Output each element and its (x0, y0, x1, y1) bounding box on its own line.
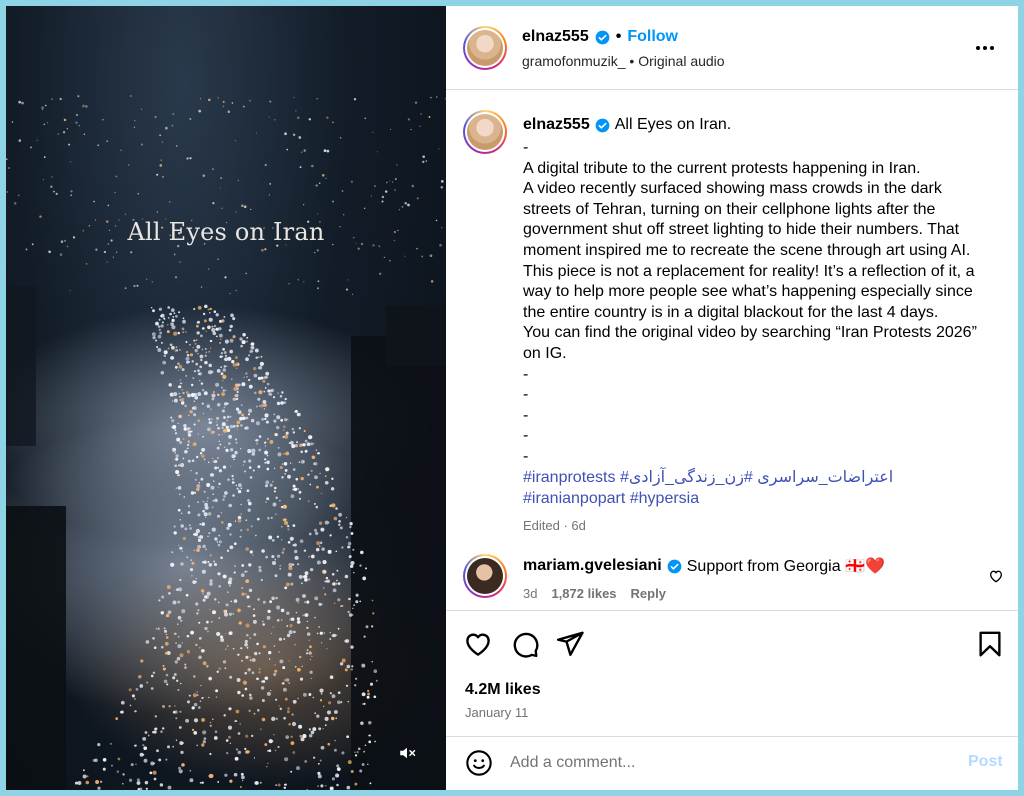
more-options-button[interactable] (968, 36, 1002, 60)
audio-label[interactable]: Original audio (638, 53, 724, 69)
post-header: elnaz555 • Follow gramofonmuzik_ • Origi… (446, 6, 1018, 90)
caption-hashtags: #iranprotests #اعتراضات_سراسری #زن_زندگی… (523, 468, 993, 509)
caption-avatar[interactable] (463, 110, 507, 154)
header-separator: • (615, 28, 622, 45)
caption-header: elnaz555 All Eyes on Iran. (523, 116, 731, 134)
comment-age[interactable]: 3d (523, 586, 537, 601)
commenter-username[interactable]: mariam.gvelesiani (523, 557, 662, 575)
post-date[interactable]: January 11 (465, 705, 528, 720)
hashtag-link[interactable]: #زن_زندگی_آزادی (629, 469, 753, 486)
post-comment-button[interactable]: Post (968, 753, 1003, 771)
share-paper-plane-icon[interactable] (555, 629, 585, 659)
verified-badge-icon (667, 559, 682, 573)
like-heart-icon[interactable] (463, 629, 493, 659)
header-author: elnaz555 • Follow (522, 28, 678, 46)
more-dot-icon (976, 46, 980, 50)
post-dialog: All Eyes on Iran elnaz555 • Follow gramo… (6, 6, 1018, 790)
emoji-smiley-icon[interactable] (465, 749, 493, 777)
caption-username[interactable]: elnaz555 (523, 116, 590, 134)
comment-bubble-icon[interactable] (510, 629, 540, 659)
mute-button[interactable] (398, 744, 430, 776)
comment-likes[interactable]: 1,872 likes (551, 586, 616, 601)
city-protest-image (6, 95, 446, 790)
verified-badge-icon (595, 30, 610, 44)
hashtag-link[interactable]: #hypersia (630, 490, 699, 507)
follow-button[interactable]: Follow (627, 28, 678, 46)
media-overlay-text: All Eyes on Iran (127, 218, 325, 246)
post-media[interactable]: All Eyes on Iran (6, 6, 446, 790)
post-actions: 4.2M likes January 11 (446, 610, 1018, 740)
verified-badge-icon (595, 118, 610, 132)
caption-edited-time: Edited · 6d (523, 518, 586, 533)
add-comment-bar: Post (446, 736, 1018, 790)
caption-body: - A digital tribute to the current prote… (523, 139, 977, 465)
author-avatar[interactable] (463, 26, 507, 70)
comment-meta: 3d 1,872 likes Reply (523, 586, 666, 601)
audio-separator: • (629, 53, 635, 69)
hashtag-link[interactable]: #iranianpopart (523, 490, 625, 507)
comment-item: mariam.gvelesiani Support from Georgia 🇬… (446, 550, 1018, 610)
post-caption: elnaz555 All Eyes on Iran. - A digital t… (446, 90, 1018, 610)
caption-title: All Eyes on Iran. (614, 116, 732, 133)
audio-user-link[interactable]: gramofonmuzik_ (522, 53, 626, 69)
audio-attribution: gramofonmuzik_ • Original audio (522, 53, 725, 69)
post-likes-count[interactable]: 4.2M likes (465, 681, 541, 699)
save-bookmark-icon[interactable] (975, 629, 1005, 659)
post-side-panel: elnaz555 • Follow gramofonmuzik_ • Origi… (446, 6, 1018, 790)
comment-content: mariam.gvelesiani Support from Georgia 🇬… (523, 556, 885, 576)
comment-like-heart-icon[interactable] (988, 568, 1004, 584)
reply-button[interactable]: Reply (631, 586, 666, 601)
comment-text: Support from Georgia 🇬🇪❤️ (686, 558, 885, 575)
hashtag-link[interactable]: #iranprotests (523, 469, 616, 486)
commenter-avatar[interactable] (463, 554, 507, 598)
speaker-muted-icon (400, 747, 416, 759)
author-username[interactable]: elnaz555 (522, 28, 589, 46)
comment-input[interactable] (510, 749, 950, 777)
